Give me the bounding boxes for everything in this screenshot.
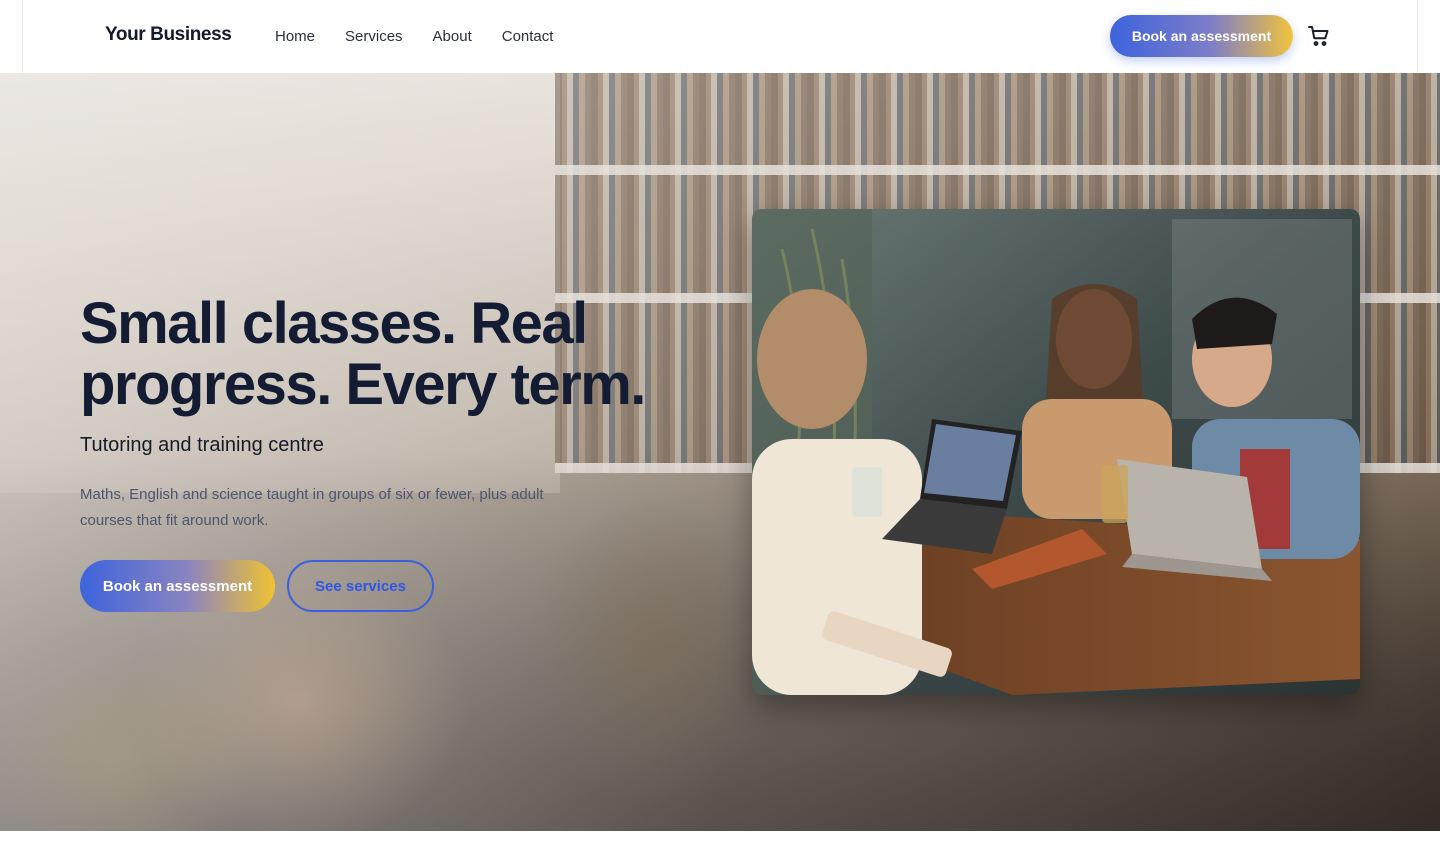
- brand-logo[interactable]: Your Business: [105, 24, 232, 46]
- hero-description: Maths, English and science taught in gro…: [80, 486, 544, 529]
- hero-subtitle: Tutoring and training centre: [80, 434, 324, 456]
- site-header: Your Business Home Services About Contac…: [22, 0, 1418, 73]
- nav-about[interactable]: About: [433, 28, 472, 45]
- nav-contact[interactable]: Contact: [502, 28, 554, 45]
- header-book-assessment-button[interactable]: Book an assessment: [1110, 15, 1293, 57]
- hero-title: Small classes. Real progress. Every term…: [80, 291, 646, 417]
- nav-services[interactable]: Services: [345, 28, 403, 45]
- hero-see-services-button[interactable]: See services: [287, 560, 434, 612]
- cart-icon[interactable]: [1307, 24, 1331, 48]
- hero-feature-photo: [752, 209, 1360, 695]
- hero-section: Small classes. Real progress. Every term…: [0, 73, 1440, 831]
- nav-home[interactable]: Home: [275, 28, 315, 45]
- hero-book-assessment-button[interactable]: Book an assessment: [80, 560, 275, 612]
- main-nav: Home Services About Contact: [275, 28, 553, 45]
